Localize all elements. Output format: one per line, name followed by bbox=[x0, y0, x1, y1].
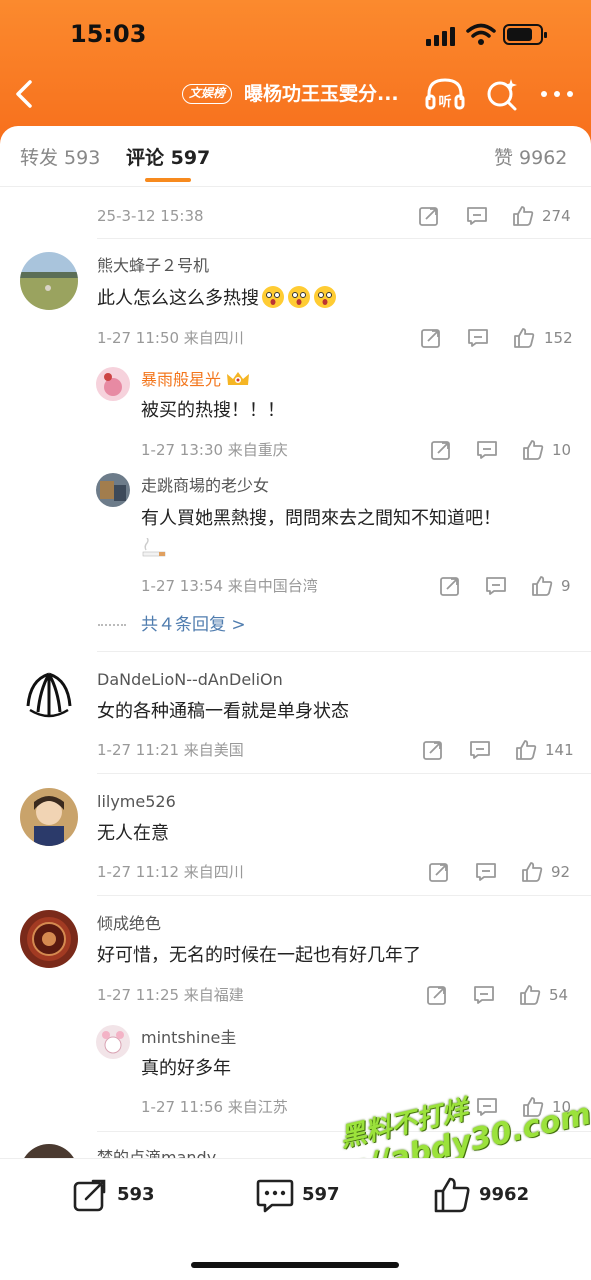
reply-text: 被买的热搜！！！ bbox=[141, 400, 285, 421]
avatar[interactable] bbox=[20, 910, 78, 968]
reply-icon[interactable] bbox=[476, 1096, 498, 1118]
repost-icon[interactable] bbox=[72, 1177, 108, 1213]
cigarette-emoji-icon bbox=[142, 538, 166, 557]
username[interactable]: 走跳商場的老少女 bbox=[141, 475, 269, 497]
avatar[interactable] bbox=[96, 473, 130, 507]
shocked-emoji-icon bbox=[262, 286, 284, 308]
header: 15:03 文娱榜 曝杨功王玉雯分... 听 bbox=[0, 0, 591, 145]
dotted-leader bbox=[98, 624, 126, 626]
comment-meta: 1-27 11:21 来自美国 bbox=[97, 741, 244, 759]
comment-meta: 1-27 11:12 来自四川 bbox=[97, 863, 244, 881]
like-icon[interactable] bbox=[522, 439, 544, 461]
like-count: 274 bbox=[542, 207, 571, 225]
like-thumb-icon[interactable] bbox=[433, 1176, 471, 1214]
reply-text: 有人買她黑熱搜，問問來去之間知不知道吧！ bbox=[141, 508, 501, 529]
comment-meta: 1-27 11:50 来自四川 bbox=[97, 329, 244, 347]
reply-icon[interactable] bbox=[475, 861, 497, 883]
more-replies-link[interactable]: 共４条回复 > bbox=[141, 613, 246, 637]
username[interactable]: 倾成绝色 bbox=[97, 913, 161, 935]
reply-icon[interactable] bbox=[466, 205, 488, 227]
tab-like[interactable]: 赞 9962 bbox=[494, 145, 567, 171]
svg-text:听: 听 bbox=[438, 94, 451, 110]
shocked-emoji-icon bbox=[314, 286, 336, 308]
like-count: 54 bbox=[549, 986, 569, 1004]
battery-icon bbox=[503, 24, 547, 45]
like-icon[interactable] bbox=[513, 327, 535, 349]
page-title: 曝杨功王玉雯分... bbox=[244, 83, 399, 105]
reply-meta: 1-27 13:30 来自重庆 bbox=[141, 441, 288, 459]
comment-meta: 25-3-12 15:38 bbox=[97, 207, 204, 225]
avatar[interactable] bbox=[96, 367, 130, 401]
shocked-emoji-icon bbox=[288, 286, 310, 308]
listen-headphones-icon[interactable]: 听 bbox=[424, 76, 466, 112]
tab-repost[interactable]: 转发 593 bbox=[20, 145, 100, 171]
like-count: 10 bbox=[552, 441, 572, 459]
signal-icon bbox=[426, 26, 458, 46]
comment-text: 无人在意 bbox=[97, 823, 169, 844]
more-icon[interactable] bbox=[538, 80, 578, 108]
tab-divider bbox=[0, 186, 591, 187]
share-icon[interactable] bbox=[430, 439, 452, 461]
like-count: 141 bbox=[545, 741, 574, 759]
avatar[interactable] bbox=[20, 788, 78, 846]
username[interactable]: 熊大蜂子２号机 bbox=[97, 255, 209, 277]
share-icon[interactable] bbox=[418, 205, 440, 227]
comment-meta: 1-27 11:25 来自福建 bbox=[97, 986, 244, 1004]
tab-comment[interactable]: 评论 597 bbox=[126, 145, 210, 171]
avatar[interactable] bbox=[96, 1025, 130, 1059]
like-count: 92 bbox=[551, 863, 571, 881]
reply-meta: 1-27 13:54 来自中国台湾 bbox=[141, 577, 318, 595]
share-icon[interactable] bbox=[420, 327, 442, 349]
reply-icon[interactable] bbox=[473, 984, 495, 1006]
comment-icon[interactable] bbox=[256, 1177, 294, 1213]
topic-badge[interactable]: 文娱榜 bbox=[182, 84, 233, 104]
comment-text: 好可惜，无名的时候在一起也有好几年了 bbox=[97, 945, 421, 966]
reply-icon[interactable] bbox=[469, 739, 491, 761]
reply-icon[interactable] bbox=[476, 439, 498, 461]
like-total-count[interactable]: 9962 bbox=[479, 1183, 529, 1207]
username[interactable]: mintshine圭 bbox=[141, 1027, 236, 1049]
status-time: 15:03 bbox=[70, 20, 147, 48]
share-icon[interactable] bbox=[439, 575, 461, 597]
reply-meta: 1-27 11:56 来自江苏 bbox=[141, 1098, 288, 1116]
comment-text: 此人怎么这么多热搜 bbox=[97, 285, 337, 312]
crown-badge-icon bbox=[227, 372, 250, 385]
tab-indicator bbox=[145, 178, 191, 182]
share-icon[interactable] bbox=[426, 984, 448, 1006]
divider bbox=[97, 651, 591, 652]
comment-text: 女的各种通稿一看就是单身状态 bbox=[97, 701, 349, 722]
reply-text: 真的好多年 bbox=[141, 1058, 231, 1079]
home-indicator bbox=[191, 1262, 399, 1268]
share-icon[interactable] bbox=[422, 739, 444, 761]
avatar[interactable] bbox=[20, 666, 78, 724]
username[interactable]: 暴雨般星光 bbox=[141, 369, 251, 391]
like-count: 9 bbox=[561, 577, 571, 595]
username[interactable]: lilyme526 bbox=[97, 791, 176, 813]
divider bbox=[97, 773, 591, 774]
wifi-icon bbox=[466, 23, 496, 45]
share-icon[interactable] bbox=[428, 861, 450, 883]
like-icon[interactable] bbox=[531, 575, 553, 597]
divider bbox=[97, 895, 591, 896]
divider bbox=[97, 238, 591, 239]
like-icon[interactable] bbox=[515, 739, 537, 761]
like-icon[interactable] bbox=[521, 861, 543, 883]
back-arrow-icon[interactable] bbox=[12, 78, 40, 110]
avatar[interactable] bbox=[20, 252, 78, 310]
reply-icon[interactable] bbox=[467, 327, 489, 349]
username[interactable]: DaNdeLioN--dAnDeliOn bbox=[97, 669, 283, 691]
like-icon[interactable] bbox=[519, 984, 541, 1006]
like-icon[interactable] bbox=[512, 205, 534, 227]
reply-icon[interactable] bbox=[485, 575, 507, 597]
repost-count[interactable]: 593 bbox=[117, 1183, 155, 1207]
like-count: 152 bbox=[544, 329, 573, 347]
comment-count[interactable]: 597 bbox=[302, 1183, 340, 1207]
ai-search-icon[interactable] bbox=[484, 76, 520, 112]
